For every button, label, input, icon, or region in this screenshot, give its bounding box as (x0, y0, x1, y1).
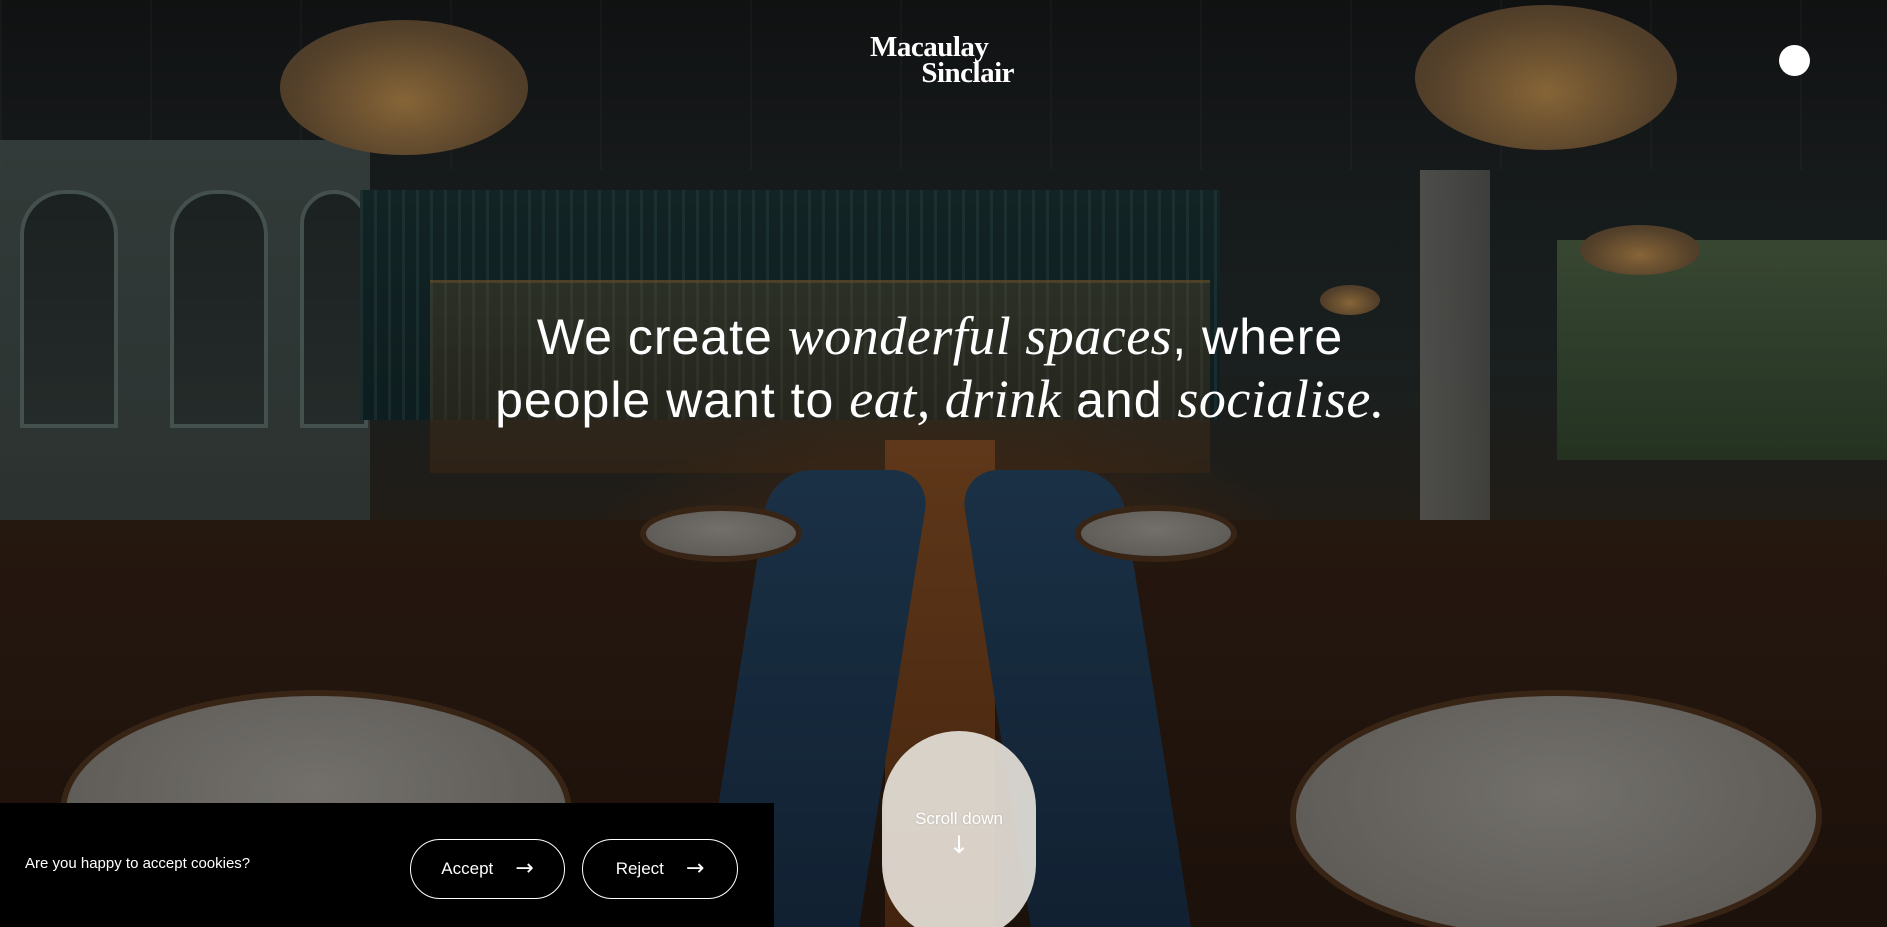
arrow-right-icon: → (515, 856, 534, 881)
accept-label: Accept (441, 859, 494, 878)
scroll-down-button[interactable]: Scroll down ↓ (882, 731, 1036, 927)
cookie-question: Are you happy to accept cookies? (25, 855, 251, 872)
cookie-banner: Are you happy to accept cookies? Accept … (0, 803, 774, 927)
menu-dot-icon[interactable] (1779, 45, 1810, 76)
headline-text: and (1061, 372, 1178, 428)
arrow-down-icon: ↓ (948, 831, 970, 859)
headline-emphasis: socialise. (1177, 369, 1385, 429)
reject-cookies-button[interactable]: Reject → (582, 839, 738, 899)
page: Macaulay Sinclair We create wonderful sp… (0, 0, 1887, 927)
headline-text: We create (536, 309, 788, 365)
reject-label: Reject (615, 859, 664, 878)
hero-headline: We create wonderful spaces, where people… (480, 305, 1400, 431)
accept-cookies-button[interactable]: Accept → (410, 839, 565, 899)
logo-line-2: Sinclair (921, 57, 1014, 89)
arrow-right-icon: → (685, 856, 705, 881)
headline-emphasis: wonderful spaces (787, 306, 1173, 366)
scroll-down-label: Scroll down (915, 809, 1003, 828)
site-logo[interactable]: Macaulay Sinclair (868, 33, 1018, 89)
headline-emphasis: eat, drink (849, 369, 1062, 429)
